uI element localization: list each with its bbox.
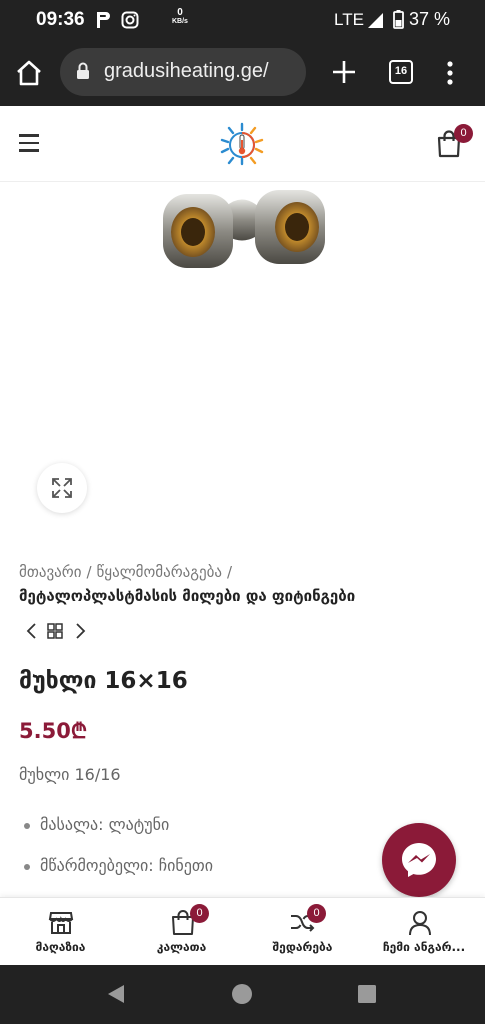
messenger-icon — [402, 843, 436, 877]
home-button[interactable] — [14, 59, 44, 87]
battery-icon — [393, 10, 404, 33]
toolbar-shop-button[interactable]: მაღაზია — [0, 898, 121, 966]
breadcrumb-section-link[interactable]: წყალმომარაგება — [97, 563, 222, 581]
zoom-image-button[interactable] — [37, 463, 87, 513]
back-icon[interactable] — [108, 985, 124, 1003]
toolbar-shop-label: მაღაზია — [35, 940, 86, 954]
breadcrumb-separator: / — [86, 563, 92, 581]
system-navigation-bar — [0, 965, 485, 1024]
attribute-item: მასალა: ლატუნი — [24, 815, 213, 856]
grid-icon — [47, 623, 63, 639]
site-header — [0, 106, 485, 182]
expand-icon — [52, 478, 72, 498]
notification-p-icon — [96, 11, 110, 33]
next-product-icon — [76, 623, 86, 639]
toolbar-account-label: ჩემი ანგარ... — [382, 940, 466, 954]
new-tab-button[interactable] — [330, 58, 358, 90]
tab-switcher-button[interactable]: 16 — [389, 60, 413, 84]
breadcrumb-home-link[interactable]: მთავარი — [19, 563, 81, 581]
previous-product-icon — [26, 623, 36, 639]
attribute-item: მწარმოებელი: ჩინეთი — [24, 856, 213, 897]
hamburger-menu-icon[interactable] — [19, 134, 39, 152]
status-bar: 09:36 0 KB/s LTE 37 % — [0, 0, 485, 40]
site-logo[interactable] — [215, 120, 269, 168]
bottom-toolbar: მაღაზია კალათა შედარება ჩემი ანგარ... — [0, 897, 485, 965]
breadcrumb-category-link[interactable]: მეტალოპლასტმასის მილები და ფიტინგები — [19, 587, 355, 605]
user-icon — [409, 911, 431, 936]
product-short-description: მუხლი 16/16 — [19, 765, 121, 784]
toolbar-compare-label: შედარება — [272, 940, 333, 954]
network-speed-unit: KB/s — [172, 18, 188, 25]
toolbar-compare-button[interactable]: შედარება — [242, 898, 363, 966]
address-bar[interactable]: gradusiheating.ge/ — [60, 48, 306, 96]
product-attributes: მასალა: ლატუნი მწარმოებელი: ჩინეთი — [24, 815, 213, 897]
toolbar-compare-count-badge: 0 — [307, 904, 326, 923]
product-image[interactable] — [155, 182, 330, 282]
browser-toolbar: gradusiheating.ge/ 16 — [0, 40, 485, 106]
product-navigation — [22, 621, 92, 641]
plus-icon — [333, 61, 355, 83]
toolbar-account-button[interactable]: ჩემი ანგარ... — [363, 898, 485, 966]
browser-menu-button[interactable] — [442, 60, 458, 86]
lock-icon — [76, 62, 90, 84]
more-vert-icon — [447, 61, 453, 85]
breadcrumb: მთავარი / წყალმომარაგება / — [19, 563, 237, 581]
toolbar-cart-label: კალათა — [156, 940, 207, 954]
status-time: 09:36 — [36, 9, 85, 30]
product-price: 5.50₾ — [19, 719, 88, 743]
network-type: LTE — [334, 10, 364, 29]
recents-icon[interactable] — [358, 985, 376, 1003]
product-title: მუხლი 16×16 — [19, 668, 188, 694]
battery-percent: 37 % — [409, 9, 451, 29]
home-circle-icon[interactable] — [232, 984, 252, 1004]
messenger-chat-button[interactable] — [382, 823, 456, 897]
header-cart-count-badge: 0 — [454, 124, 473, 143]
toolbar-cart-count-badge: 0 — [190, 904, 209, 923]
home-icon — [17, 60, 41, 86]
signal-icon — [367, 12, 384, 33]
toolbar-cart-button[interactable]: კალათა — [121, 898, 242, 966]
store-icon — [48, 912, 74, 934]
network-speed: 0 KB/s — [172, 8, 188, 26]
breadcrumb-separator: / — [227, 563, 233, 581]
url-text: gradusiheating.ge/ — [104, 60, 269, 82]
instagram-icon — [121, 11, 139, 33]
